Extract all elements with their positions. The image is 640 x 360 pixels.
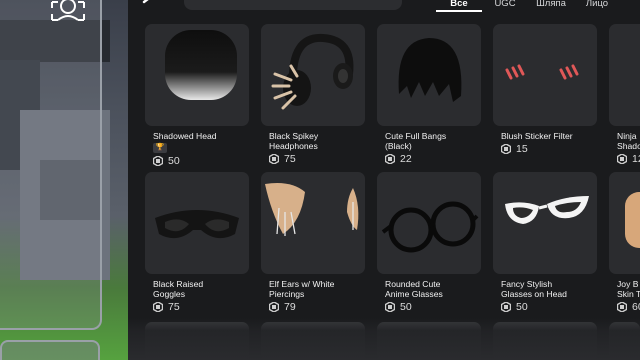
item-name-line2: Anime Glasses <box>385 289 443 299</box>
blush-sticker-image <box>505 64 579 80</box>
price-row: 79 <box>261 301 365 313</box>
white-glasses-image <box>505 196 589 224</box>
goggles-image <box>155 210 239 239</box>
item-card[interactable]: Fancy Stylish Glasses on Head 50 <box>493 172 597 313</box>
item-price: 12 <box>632 153 640 165</box>
item-name: Black Raised <box>153 279 204 289</box>
robux-icon <box>385 302 395 312</box>
item-name: Rounded Cute <box>385 279 441 289</box>
item-card[interactable]: Rounded Cute Anime Glasses 50 <box>377 172 481 313</box>
item-price: 60 <box>632 301 640 313</box>
face-frame-icon[interactable] <box>50 0 86 22</box>
price-row: 75 <box>145 301 249 313</box>
item-thumbnail <box>377 172 481 274</box>
round-glasses-image <box>381 201 479 253</box>
robux-icon <box>617 154 627 164</box>
tab-all[interactable]: Все <box>436 0 482 12</box>
item-card[interactable]: Shadowed Head 🏆 50 <box>145 24 249 167</box>
item-name-line2: Shado <box>617 141 640 151</box>
robux-icon <box>153 156 163 166</box>
robux-icon <box>269 154 279 164</box>
elf-ears-image <box>265 183 359 236</box>
item-name-line2: Piercings <box>269 289 305 299</box>
back-arrow-icon[interactable] <box>140 0 154 6</box>
item-card[interactable]: Ninja Shado 12 <box>609 24 640 165</box>
item-name: Black Spikey <box>269 131 319 141</box>
robux-icon <box>269 302 279 312</box>
price-row: 60 <box>609 301 640 313</box>
bottom-fade <box>128 318 640 360</box>
item-name: Ninja <box>617 131 637 141</box>
item-price: 50 <box>516 301 528 313</box>
price-row: 50 <box>493 301 597 313</box>
item-name: Elf Ears w/ White <box>269 279 335 289</box>
trophy-icon: 🏆 <box>153 143 167 153</box>
headphones-image <box>271 33 354 110</box>
item-thumbnail <box>609 24 640 126</box>
item-price: 50 <box>400 301 412 313</box>
price-row: 75 <box>261 153 365 165</box>
category-tabs: Все UGC Шляпа Лицо <box>436 0 620 12</box>
item-name-line2: Skin T <box>617 289 640 299</box>
skin-tone-image <box>625 192 640 248</box>
item-price: 75 <box>168 301 180 313</box>
item-name-line2: Glasses on Head <box>501 289 567 299</box>
item-name-line2: Goggles <box>153 289 186 299</box>
item-name: Fancy Stylish <box>501 279 553 289</box>
item-price: 50 <box>168 155 180 167</box>
item-name: Blush Sticker Filter <box>501 131 573 141</box>
robux-icon <box>385 154 395 164</box>
robux-icon <box>501 144 511 154</box>
bangs-image <box>398 38 462 102</box>
item-card[interactable]: Cute Full Bangs (Black) 22 <box>377 24 481 165</box>
item-card[interactable]: Blush Sticker Filter 15 <box>493 24 597 155</box>
tab-ugc[interactable]: UGC <box>482 0 528 12</box>
item-name-line2: (Black) <box>385 141 412 151</box>
item-name-line2: 🏆 <box>145 141 265 153</box>
item-price: 15 <box>516 143 528 155</box>
item-card[interactable]: Joy B Skin T 60 <box>609 172 640 313</box>
top-bar: Все UGC Шляпа Лицо <box>128 0 640 14</box>
price-row: 12 <box>609 153 640 165</box>
item-thumbnail <box>145 24 249 126</box>
search-input[interactable] <box>184 0 402 10</box>
robux-icon <box>501 302 511 312</box>
price-row: 50 <box>145 155 249 167</box>
item-thumbnail <box>145 172 249 274</box>
price-row: 50 <box>377 301 481 313</box>
tab-hat[interactable]: Шляпа <box>528 0 574 12</box>
item-card[interactable]: Black Spikey Headphones 75 <box>261 24 365 165</box>
item-price: 79 <box>284 301 296 313</box>
item-price: 75 <box>284 153 296 165</box>
item-card[interactable]: Black Raised Goggles 75 <box>145 172 249 313</box>
item-name: Joy B <box>617 279 639 289</box>
robux-icon <box>617 302 627 312</box>
item-thumbnail <box>377 24 481 126</box>
item-price: 22 <box>400 153 412 165</box>
item-thumbnail <box>493 172 597 274</box>
tab-face[interactable]: Лицо <box>574 0 620 12</box>
item-thumbnail <box>609 172 640 274</box>
item-name: Cute Full Bangs <box>385 131 447 141</box>
item-thumbnail <box>261 24 365 126</box>
item-name: Shadowed Head <box>153 131 217 141</box>
shadowed-head-image <box>165 30 237 100</box>
avatar-preview <box>0 0 128 360</box>
preview-panel <box>0 0 102 330</box>
item-card[interactable]: Elf Ears w/ White Piercings 79 <box>261 172 365 313</box>
item-thumbnail <box>261 172 365 274</box>
robux-icon <box>153 302 163 312</box>
item-thumbnail <box>493 24 597 126</box>
price-row: 22 <box>377 153 481 165</box>
item-name-line2: Headphones <box>269 141 318 151</box>
preview-button[interactable] <box>0 340 100 360</box>
price-row: 15 <box>493 143 597 155</box>
